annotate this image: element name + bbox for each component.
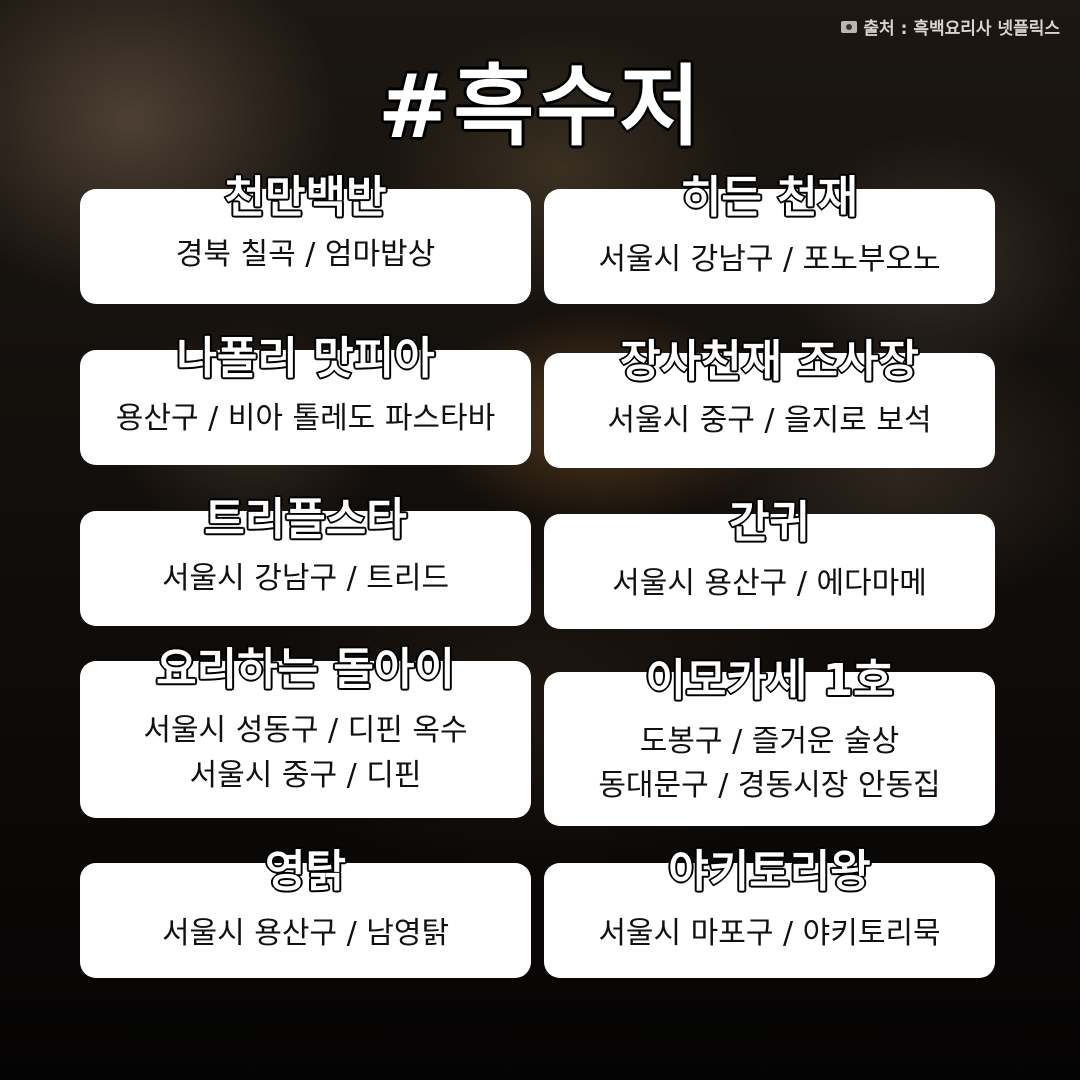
chef-card: 간귀 서울시 용산구 / 에다마메 xyxy=(544,496,995,629)
chef-name: 히든 천재 xyxy=(679,171,859,225)
chef-location: 경북 칠곡 / 엄마밥상 xyxy=(175,237,436,272)
chef-card: 영탉 서울시 용산구 / 남영탉 xyxy=(80,845,531,978)
chef-location: 서울시 중구 / 디핀 xyxy=(189,758,422,793)
chef-location: 용산구 / 비아 톨레도 파스타바 xyxy=(115,401,496,436)
chef-card: 요리하는 돌아이 서울시 성동구 / 디핀 옥수 서울시 중구 / 디핀 xyxy=(80,643,531,818)
chef-name: 요리하는 돌아이 xyxy=(155,643,457,697)
chef-card: 이모카세 1호 도봉구 / 즐거운 술상 동대문구 / 경동시장 안동집 xyxy=(544,654,995,826)
camera-icon xyxy=(841,20,858,33)
chef-location: 서울시 용산구 / 에다마메 xyxy=(612,566,927,601)
chef-card: 천만백반 경북 칠곡 / 엄마밥상 xyxy=(80,171,531,304)
chef-card: 야키토리왕 서울시 마포구 / 야키토리묵 xyxy=(544,845,995,978)
chef-location: 도봉구 / 즐거운 술상 xyxy=(639,724,900,759)
chef-name: 트리플스타 xyxy=(203,493,408,547)
page-title: #흑수저 xyxy=(376,53,703,160)
chef-card: 히든 천재 서울시 강남구 / 포노부오노 xyxy=(544,171,995,304)
chef-name: 천만백반 xyxy=(223,171,388,225)
chef-location: 서울시 성동구 / 디핀 옥수 xyxy=(143,713,468,748)
chef-card: 나폴리 맛피아 용산구 / 비아 톨레도 파스타바 xyxy=(80,332,531,465)
chef-card: 장사천재 조사장 서울시 중구 / 을지로 보석 xyxy=(544,335,995,468)
chef-name: 야키토리왕 xyxy=(667,845,872,899)
chef-name: 이모카세 1호 xyxy=(644,654,895,708)
chef-location: 동대문구 / 경동시장 안동집 xyxy=(598,768,941,803)
chef-location: 서울시 강남구 / 트리드 xyxy=(161,561,450,596)
chef-location: 서울시 강남구 / 포노부오노 xyxy=(598,242,941,277)
chef-name: 간귀 xyxy=(728,496,812,550)
chef-location: 서울시 마포구 / 야키토리묵 xyxy=(598,916,941,951)
chef-name: 장사천재 조사장 xyxy=(619,335,921,389)
chef-name: 나폴리 맛피아 xyxy=(175,332,436,386)
chef-card: 트리플스타 서울시 강남구 / 트리드 xyxy=(80,493,531,626)
chef-location: 서울시 중구 / 을지로 보석 xyxy=(607,403,932,438)
chef-name: 영탉 xyxy=(264,845,348,899)
chef-location: 서울시 용산구 / 남영탉 xyxy=(161,916,450,951)
